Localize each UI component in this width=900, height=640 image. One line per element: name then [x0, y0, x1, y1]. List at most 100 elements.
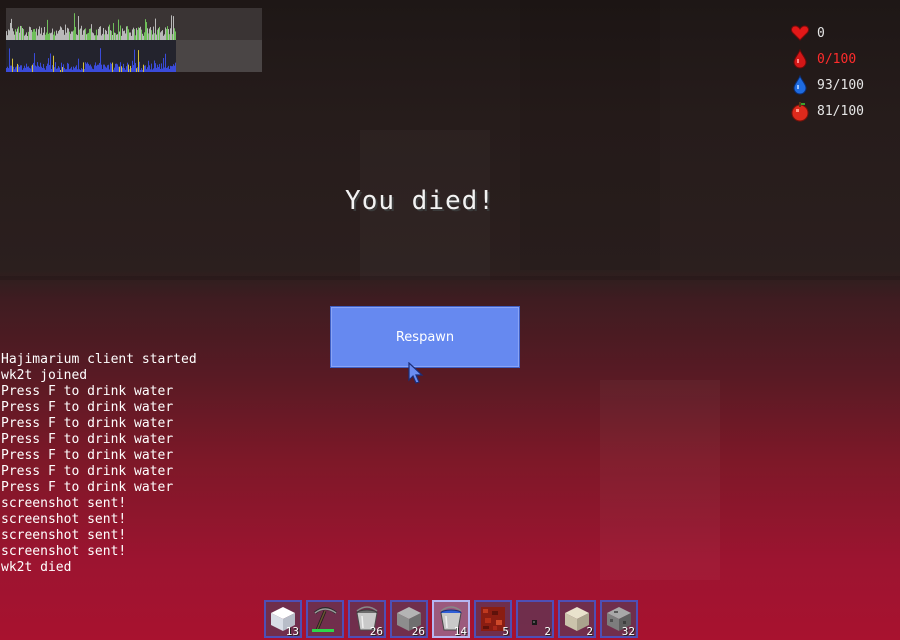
graph-bar — [37, 62, 38, 72]
hotbar-slot-5[interactable]: 14 — [432, 600, 470, 638]
graph-bar — [23, 29, 24, 40]
graph-bar — [118, 66, 119, 72]
graph-bar — [140, 26, 141, 40]
graph-bar — [174, 65, 175, 72]
graph-bar — [91, 24, 92, 40]
graph-bar — [45, 34, 46, 40]
graph-bar — [85, 62, 86, 72]
graph-bar — [151, 63, 152, 72]
graph-bar — [13, 31, 14, 40]
graph-bar — [40, 62, 41, 72]
graph-bar — [17, 63, 18, 72]
chat-line: wk2t died — [1, 560, 72, 575]
graph-bar — [69, 31, 70, 40]
graph-bar — [139, 27, 140, 40]
graph-bar — [63, 64, 64, 72]
graph-bar — [171, 66, 172, 72]
graph-bar — [135, 63, 136, 72]
graph-bar — [81, 25, 82, 40]
graph-bar — [96, 29, 97, 40]
graph-bar — [36, 28, 37, 40]
graph-bar — [26, 32, 27, 40]
graph-bar — [57, 33, 58, 40]
stat-value: 81/100 — [817, 103, 864, 119]
chat-line: Hajimarium client started — [1, 352, 197, 367]
graph-bar — [59, 29, 60, 40]
graph-bar — [29, 26, 30, 40]
graph-bar — [87, 62, 88, 72]
graph-bar — [78, 58, 79, 72]
graph-bar — [108, 64, 109, 72]
graph-bar — [36, 66, 37, 72]
graph-bar — [28, 31, 29, 40]
graph-bar — [112, 62, 113, 72]
hotbar-slot-1[interactable]: 13 — [264, 600, 302, 638]
graph-bar — [17, 28, 18, 40]
graph-bar — [159, 63, 160, 72]
graph-bar — [144, 32, 145, 40]
graph-bar — [149, 28, 150, 40]
graph-bar — [8, 29, 9, 40]
graph-bar — [16, 66, 17, 72]
graph-bar — [19, 66, 20, 72]
graph-bar — [31, 65, 32, 72]
graph-bar — [109, 69, 110, 72]
graph-bar — [43, 32, 44, 40]
graph-bar — [141, 29, 142, 40]
graph-bar — [144, 65, 145, 72]
graph-bar — [109, 24, 110, 40]
graph-bar — [52, 28, 53, 40]
graph-bar — [47, 19, 48, 40]
graph-bar — [20, 65, 21, 72]
graph-bar — [92, 32, 93, 40]
hotbar-slot-4[interactable]: 26 — [390, 600, 428, 638]
graph-bar — [148, 60, 149, 72]
graph-bar — [50, 53, 51, 72]
graph-bar — [10, 22, 11, 40]
graph-bar — [79, 29, 80, 40]
graph-bar — [21, 65, 22, 72]
hotbar-slot-2[interactable] — [306, 600, 344, 638]
graph-bar — [155, 63, 156, 72]
hotbar-slot-3[interactable]: 26 — [348, 600, 386, 638]
graph-bar — [105, 66, 106, 72]
graph-bar — [61, 62, 62, 72]
graph-bar — [138, 27, 139, 40]
graph-bar — [32, 64, 33, 72]
graph-bar — [96, 65, 97, 72]
graph-bar — [115, 33, 116, 40]
graph-bar — [130, 32, 131, 40]
graph-bar — [60, 69, 61, 72]
graph-bar — [123, 31, 124, 40]
respawn-button[interactable]: Respawn — [330, 306, 520, 368]
graph-bar — [164, 34, 165, 40]
hotbar-slot-8[interactable]: 2 — [558, 600, 596, 638]
graph-bar — [14, 34, 15, 40]
hotbar-slot-7[interactable]: 2 — [516, 600, 554, 638]
graph-bar — [18, 64, 19, 72]
graph-bar — [127, 26, 128, 40]
graph-bar — [99, 63, 100, 72]
graph-bar — [22, 69, 23, 72]
hotbar-slot-9[interactable]: 32 — [600, 600, 638, 638]
graph-bar — [76, 65, 77, 72]
graph-bar — [98, 64, 99, 72]
pickaxe-icon — [311, 605, 339, 633]
graph-bar — [125, 69, 126, 72]
graph-bar — [122, 67, 123, 72]
graph-bar — [37, 35, 38, 40]
background-shade — [0, 276, 900, 280]
hotbar-slot-6[interactable]: 5 — [474, 600, 512, 638]
graph-bar — [124, 30, 125, 40]
graph-bar — [84, 29, 85, 40]
graph-bar — [21, 26, 22, 40]
graph-bar — [162, 68, 163, 72]
hotbar: 13 26 26 14 5 2 2 32 — [264, 600, 638, 638]
graph-bar — [24, 35, 25, 40]
graph-bar — [65, 24, 66, 40]
graph-bar — [48, 33, 49, 40]
graph-bar — [150, 27, 151, 40]
stat-value: 0 — [817, 25, 825, 41]
graph-bar — [30, 27, 31, 40]
graph-bar — [63, 30, 64, 40]
